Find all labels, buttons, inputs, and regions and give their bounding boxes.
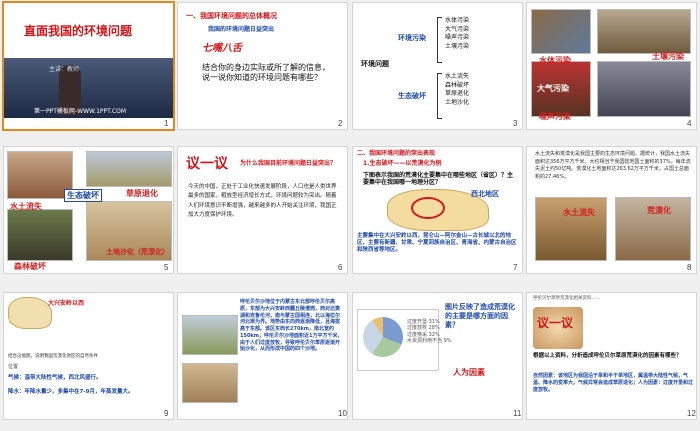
slide-thumbnail-3[interactable]: 环境问题 环境污染 生态破坏 水体污染 大气污染 噪声污染 土壤污染 水土流失 … (352, 2, 523, 130)
caption: 水土流失 (10, 202, 42, 211)
slide3-main: 环境问题 (361, 60, 389, 68)
slide6-question: 为什么我国目前环境问题日益突出？ (240, 160, 337, 167)
slide1-speaker: 主讲：教师 (49, 66, 80, 73)
pie-chart (363, 317, 403, 357)
slide7-sub: 1.生态破坏——以荒漠化为例 (363, 160, 442, 167)
caption: 水土流失 (563, 208, 595, 217)
list-item: 噪声污染 (445, 34, 470, 42)
caption: 噪声污染 (539, 112, 571, 121)
caption: 土壤污染 (652, 52, 684, 61)
slide-number-4: 4 (687, 119, 692, 128)
slide-number-10: 10 (338, 409, 347, 418)
slide7-question: 下图表示我国的荒漠化主要集中在哪些地区（省区）？主要集中在我国哪一地理分区？ (363, 172, 514, 186)
slide9-note: 结合这幅图，说明我国荒漠化地区的自然条件 (8, 354, 98, 359)
caption-center: 生态破坏 (64, 189, 102, 202)
slide-number-9: 9 (164, 409, 169, 418)
slide9-item-1: 位置 (8, 364, 19, 370)
slide12-title: 议一议 (537, 316, 574, 330)
map-highlight (411, 197, 445, 219)
caption: 草原退化 (126, 189, 158, 198)
list-item: 土地沙化 (445, 99, 470, 107)
slide-number-3: 3 (513, 119, 518, 128)
slide7-heading: 二、我国环境问题的突出表现 (357, 150, 436, 157)
slide9-item-3: 降水：年降水量少，多集中在7-9月，年蒸发量大。 (8, 389, 134, 395)
noise-photo (597, 61, 691, 117)
slide6-title: 议一议 (186, 156, 228, 172)
forest-photo (7, 209, 73, 261)
slide-number-5: 5 (164, 263, 169, 272)
slide3-list-2: 水土流失 森林破坏 草原退化 土地沙化 (445, 73, 469, 108)
slide7-answer: 主要集中在大兴安岭以西，昆仑山—阿尔金山—古长城以北的地区，主要有新疆、甘肃、宁… (357, 233, 517, 254)
slide-thumbnail-10[interactable]: 呼伦贝尔沙地位于内蒙古东北部呼伦贝尔高原，东部为大兴安岭西麓丘陵漫岗，西对达赉湖… (177, 292, 348, 420)
slide-number-1: 1 (164, 119, 169, 128)
slide1-footer: 第一PPT模板网-WWW.1PPT.COM (34, 108, 127, 115)
slide-number-12: 12 (687, 409, 696, 418)
map-thumb (8, 297, 52, 329)
slide-thumbnail-12[interactable]: 呼伦贝尔草原荒漠化相关资料…… 议一议 根据以上资料，分析造成呼伦贝尔草原荒漠化… (526, 292, 697, 420)
slide12-answer: 自然因素：该地区为我国沿于旱和半干旱地区，属温带大陆性气候，气温、降水的变率大，… (533, 373, 694, 393)
slide2-heading: 一、我国环境问题的总体概况 (186, 12, 277, 20)
slide3-list-1: 水体污染 大气污染 噪声污染 土壤污染 (445, 17, 469, 52)
slide11-question: 图片反映了造成荒漠化的主要是哪方面的因素？ (445, 303, 515, 330)
grassland-photo (86, 151, 172, 187)
slide-thumbnail-7[interactable]: 二、我国环境问题的突出表现 1.生态破坏——以荒漠化为例 下图表示我国的荒漠化主… (352, 146, 523, 274)
slide-thumbnail-4[interactable]: 水体污染 土壤污染 大气污染 噪声污染 4 (526, 2, 697, 130)
slide12-question: 根据以上资料，分析造成呼伦贝尔草原荒漠化的因素有哪些？ (533, 353, 682, 359)
slide-thumbnail-1[interactable]: 直面我国的环境问题 主讲：教师 第一PPT模板网-WWW.1PPT.COM 1 (2, 1, 175, 131)
caption: 大气污染 (537, 84, 569, 93)
steppe-photo (182, 315, 238, 355)
legend-item: 水资源利用不当 9% (407, 337, 452, 344)
list-item: 水体污染 (445, 17, 470, 24)
list-item: 草原退化 (445, 90, 470, 98)
caption: 水体污染 (539, 56, 571, 65)
caption: 森林破坏 (14, 262, 46, 271)
slide6-body: 今天的中国，正处于工业化快速发展阶段，人口也是人类世界最多的国家，粗放型经济增长… (188, 184, 337, 219)
water-photo (531, 9, 591, 54)
slide7-region: 西北地区 (471, 190, 499, 198)
list-item: 水土流失 (445, 73, 470, 80)
slide2-question: 结合你的身边实际或所了解的信息，说一说你知道的环境问题有哪些？ (202, 63, 330, 83)
slide3-branch-1: 环境污染 (398, 34, 426, 42)
caption: 荒漠化 (647, 206, 671, 215)
slide-thumbnail-5[interactable]: 水土流失 生态破坏 草原退化 森林破坏 土地沙化（荒漠化） 5 (3, 146, 174, 274)
slide-number-11: 11 (513, 409, 522, 418)
slide-thumbnail-8[interactable]: 水土流失和荒漠化是我国主要的生态环境问题。据统计，我国水土流失面积达356万平方… (526, 146, 697, 274)
slide-thumbnail-11[interactable]: 过度开垦 31% 过度放牧 28% 过度樵采 32% 水资源利用不当 9% 图片… (352, 292, 523, 420)
slide-sorter-grid: 直面我国的环境问题 主讲：教师 第一PPT模板网-WWW.1PPT.COM 1 … (2, 1, 698, 429)
slide-number-2: 2 (338, 119, 343, 128)
slide10-body: 呼伦贝尔沙地位于内蒙古东北部呼伦贝尔高原，东部为大兴安岭西麓丘陵漫岗，西对达赉湖… (240, 299, 343, 353)
slide9-item-2: 气候：温带大陆性气候，西北风盛行。 (8, 375, 102, 381)
slide2-sub: 我国的环境问题日益突出 (208, 26, 275, 33)
slide-number-6: 6 (338, 263, 343, 272)
slide-number-7: 7 (513, 263, 518, 272)
slide9-h1: 大兴安岭以西 (48, 300, 85, 307)
slide11-answer: 人为因素 (453, 368, 485, 377)
brace-2 (437, 73, 442, 119)
soil-photo (597, 9, 691, 54)
slide-number-8: 8 (687, 263, 692, 272)
sand-photo (182, 363, 238, 403)
caption: 土地沙化（荒漠化） (106, 248, 169, 256)
list-item: 土壤污染 (445, 43, 470, 51)
slide1-title: 直面我国的环境问题 (24, 24, 133, 38)
slide3-branch-2: 生态破坏 (398, 92, 426, 100)
slide-thumbnail-2[interactable]: 一、我国环境问题的总体概况 我国的环境问题日益突出 七嘴八舌 结合你的身边实际或… (177, 2, 348, 130)
slide12-top: 呼伦贝尔草原荒漠化相关资料…… (533, 296, 601, 301)
brace-1 (437, 17, 442, 63)
slide8-body: 水土流失和荒漠化是我国主要的生态环境问题。据统计，我国水土流失面积达356万平方… (535, 151, 691, 180)
slide-thumbnail-6[interactable]: 议一议 为什么我国目前环境问题日益突出？ 今天的中国，正处于工业化快速发展阶段，… (177, 146, 348, 274)
slide-thumbnail-9[interactable]: 大兴安岭以西 结合这幅图，说明我国荒漠化地区的自然条件 位置 气候：温带大陆性气… (3, 292, 174, 420)
slide2-tag: 七嘴八舌 (202, 43, 242, 54)
